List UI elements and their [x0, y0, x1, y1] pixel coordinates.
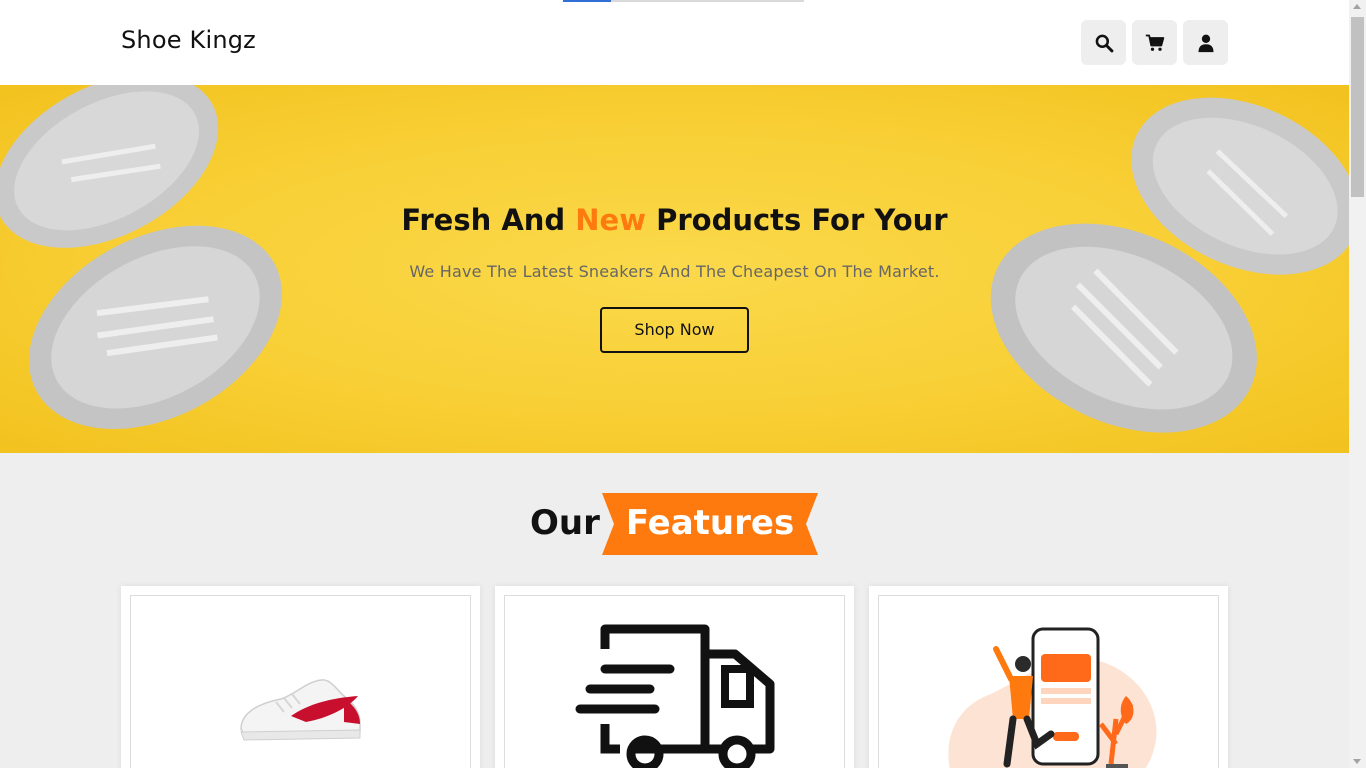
search-button[interactable] [1081, 20, 1126, 65]
feature-card [121, 586, 480, 768]
hero-subtitle: We Have The Latest Sneakers And The Chea… [409, 262, 940, 281]
cart-icon [1145, 34, 1164, 51]
features-ribbon: Features [602, 493, 818, 555]
site-header: Shoe Kingz [0, 0, 1349, 85]
hero-title: Fresh And New Products For Your [0, 203, 1349, 237]
hero-banner: Fresh And New Products For Your We Have … [0, 85, 1349, 453]
cart-button[interactable] [1132, 20, 1177, 65]
hero-title-part: Fresh And [401, 203, 576, 237]
features-heading-ribbon-text: Features [625, 503, 795, 543]
feature-card-frame [504, 595, 845, 768]
delivery-truck-icon [575, 624, 775, 768]
scroll-up-arrow-icon[interactable] [1353, 4, 1361, 9]
mobile-payment-illustration [948, 627, 1157, 768]
features-heading-plain: Our [530, 503, 600, 543]
vertical-scrollbar[interactable] [1349, 0, 1366, 768]
brand-logo[interactable]: Shoe Kingz [121, 26, 256, 54]
loading-bar [563, 0, 804, 2]
shop-now-button[interactable]: Shop Now [600, 307, 749, 353]
scroll-down-arrow-icon[interactable] [1353, 759, 1361, 764]
scrollbar-thumb[interactable] [1351, 17, 1364, 197]
account-button[interactable] [1183, 20, 1228, 65]
feature-card [495, 586, 854, 768]
feature-card-frame [878, 595, 1219, 768]
user-icon [1198, 34, 1213, 52]
feature-card-frame [130, 595, 471, 768]
loading-bar-fill [563, 0, 612, 2]
search-icon [1095, 34, 1113, 52]
feature-card [869, 586, 1228, 768]
hero-title-part: Products For Your [646, 203, 948, 237]
hero-title-accent: New [575, 203, 647, 237]
page: Shoe Kingz Fresh And New Products For Yo… [0, 0, 1349, 768]
sneaker-image [240, 679, 361, 741]
